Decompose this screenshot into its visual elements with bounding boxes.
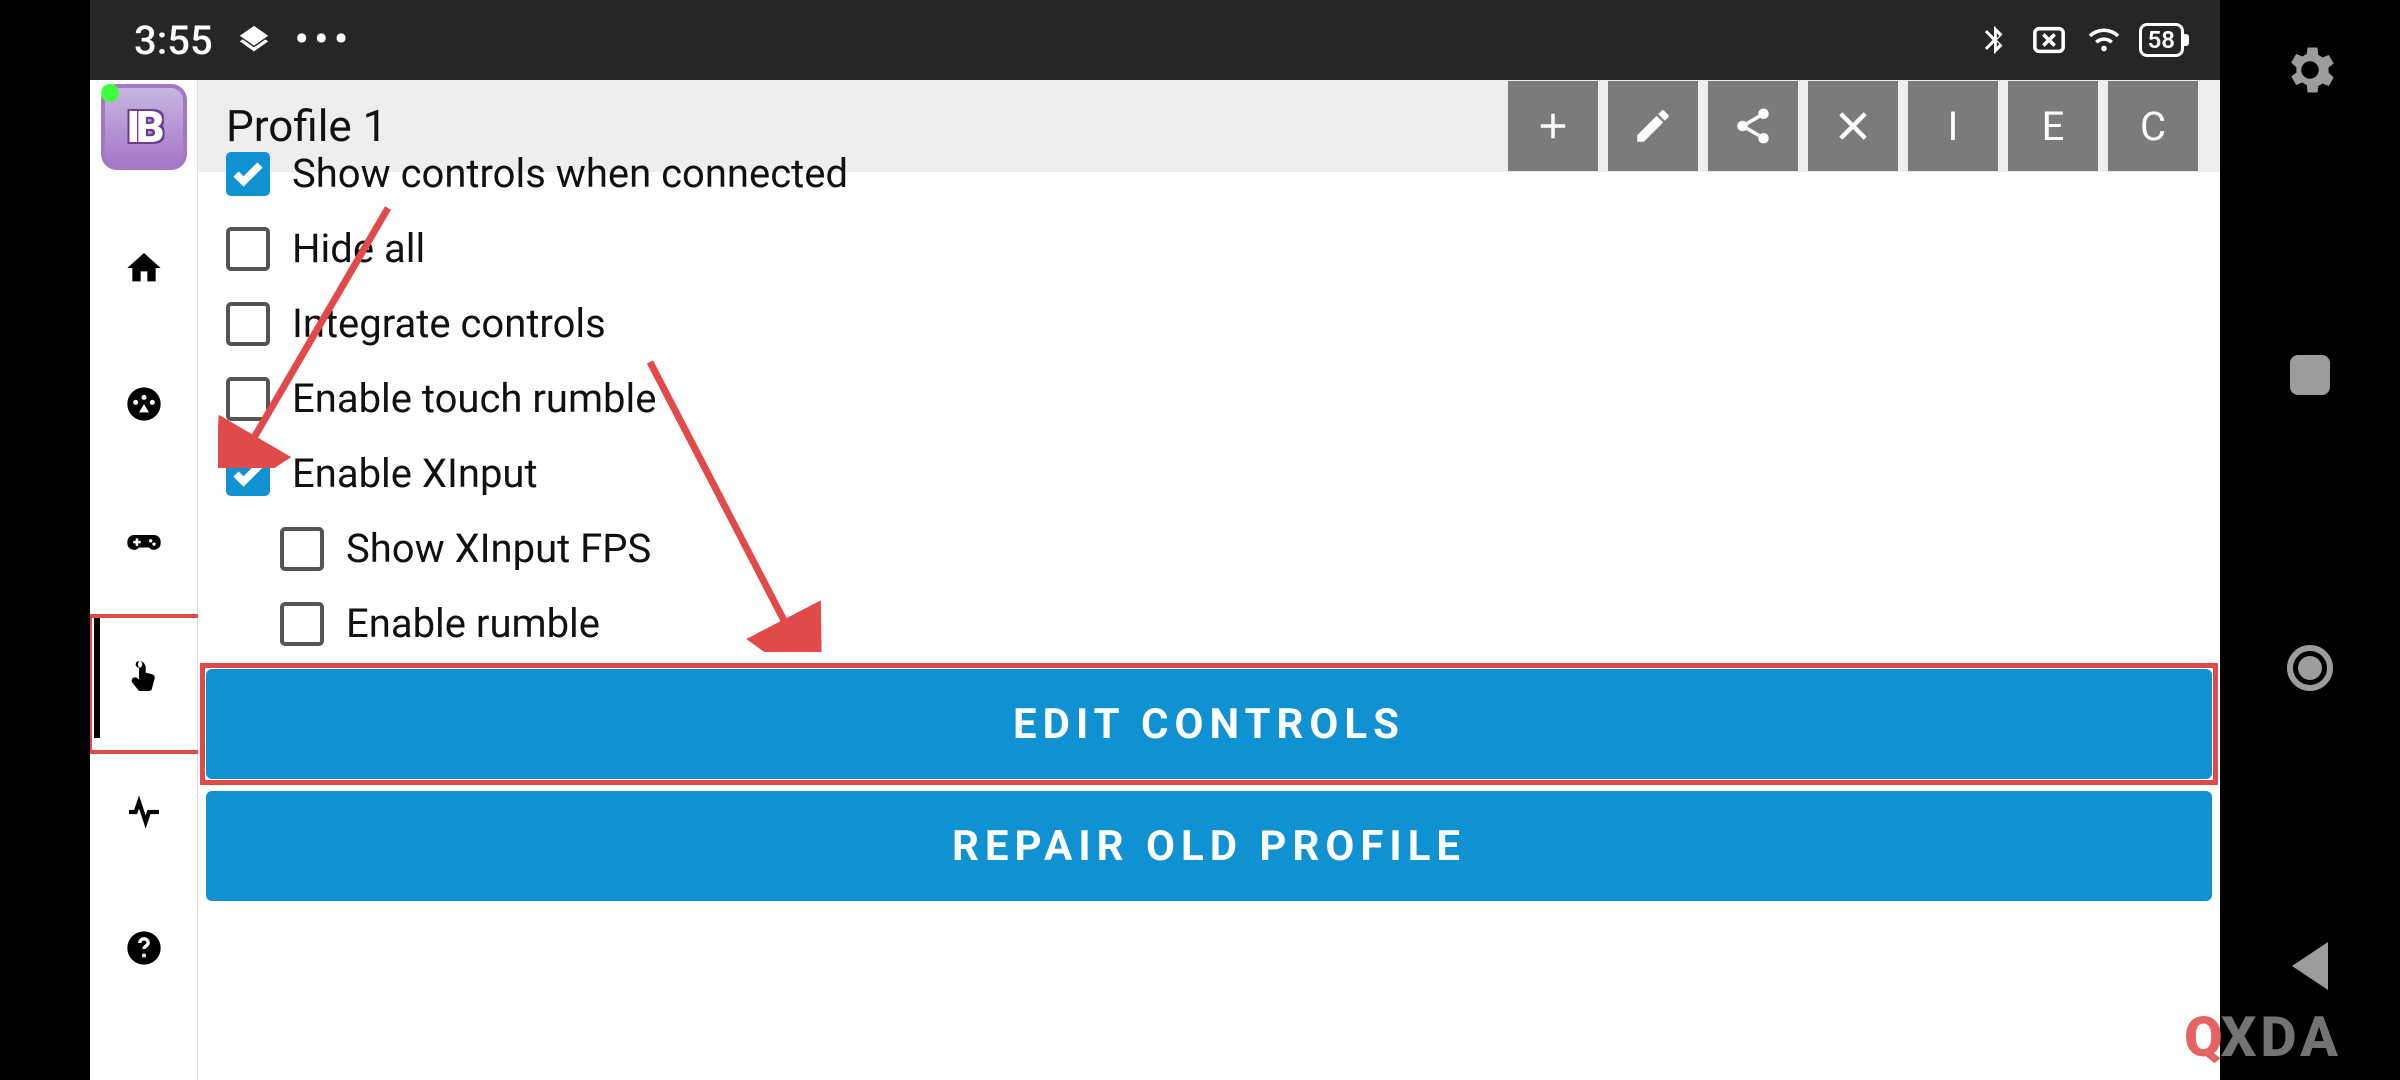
checkbox-integrate[interactable] [226, 302, 270, 346]
label-touch-rumble: Enable touch rumble [292, 375, 656, 422]
checkbox-xinput[interactable] [226, 452, 270, 496]
label-show-controls: Show controls when connected [292, 150, 848, 197]
more-icon: ••• [295, 18, 354, 62]
xda-watermark-text: XDA [2221, 1004, 2342, 1070]
page-title: Profile 1 [226, 100, 1498, 152]
row-enable-rumble[interactable]: Enable rumble [206, 586, 2212, 661]
nav-help[interactable] [90, 880, 198, 1016]
device-back-button[interactable] [2292, 942, 2328, 990]
checkbox-hide-all[interactable] [226, 227, 270, 271]
nav-gamepad[interactable] [90, 472, 198, 608]
nav-touch[interactable] [90, 608, 198, 744]
status-bar: 3:55 ••• 58 [90, 0, 2220, 80]
battery-indicator: 58 [2139, 23, 2184, 57]
layers-icon [237, 23, 271, 57]
label-enable-rumble: Enable rumble [346, 600, 600, 647]
wifi-icon [2087, 23, 2121, 57]
device-settings-icon[interactable] [2280, 40, 2340, 104]
row-touch-rumble[interactable]: Enable touch rumble [206, 361, 2212, 436]
nav-activity[interactable] [90, 744, 198, 880]
screen-cast-icon [2029, 23, 2069, 57]
edit-controls-button[interactable]: EDIT CONTROLS [206, 669, 2212, 779]
device-home-button[interactable] [2287, 645, 2333, 691]
xda-watermark: Q XDA [2184, 1004, 2342, 1070]
label-hide-all: Hide all [292, 225, 425, 272]
row-xinput-fps[interactable]: Show XInput FPS [206, 511, 2212, 586]
label-xinput-fps: Show XInput FPS [346, 525, 651, 572]
device-nav-bar [2220, 0, 2400, 1080]
phone-frame: 3:55 ••• 58 IB [0, 0, 2220, 1080]
app-area: IB Profile 1 [90, 80, 2220, 1080]
checkbox-show-controls[interactable] [226, 152, 270, 196]
nav-gauge[interactable] [90, 336, 198, 472]
row-integrate[interactable]: Integrate controls [206, 286, 2212, 361]
row-hide-all[interactable]: Hide all [206, 211, 2212, 286]
content: Show controls when connected Hide all In… [198, 172, 2220, 1080]
row-xinput[interactable]: Enable XInput [206, 436, 2212, 511]
app-logo[interactable]: IB [101, 84, 187, 170]
checkbox-touch-rumble[interactable] [226, 377, 270, 421]
bluetooth-icon [1977, 23, 2011, 57]
nav-home[interactable] [90, 200, 198, 336]
status-time: 3:55 [134, 17, 213, 64]
row-show-controls[interactable]: Show controls when connected [206, 150, 2212, 211]
device-recents-button[interactable] [2290, 355, 2330, 395]
checkbox-enable-rumble[interactable] [280, 602, 324, 646]
side-nav: IB [90, 80, 198, 1080]
checkbox-xinput-fps[interactable] [280, 527, 324, 571]
repair-profile-button[interactable]: REPAIR OLD PROFILE [206, 791, 2212, 901]
label-xinput: Enable XInput [292, 450, 538, 497]
label-integrate: Integrate controls [292, 300, 606, 347]
